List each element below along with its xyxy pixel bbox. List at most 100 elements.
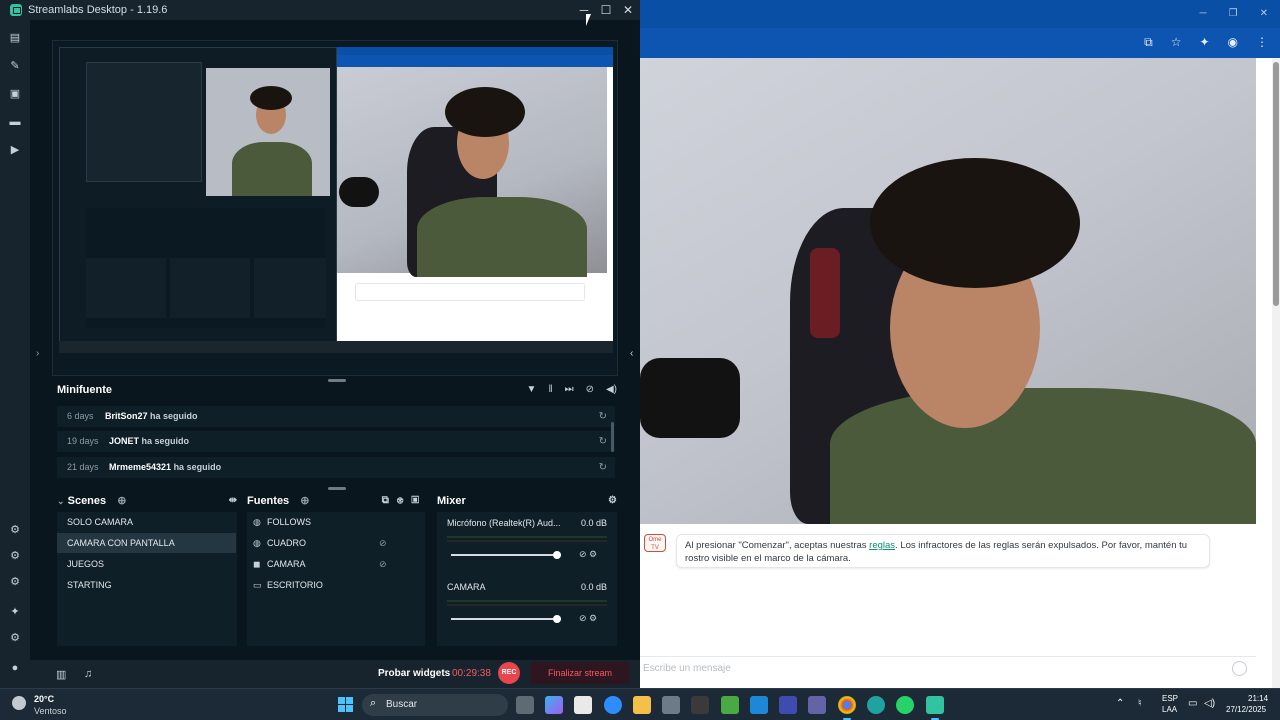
source-tools-icon[interactable]: ⧉⊛▣ bbox=[382, 492, 427, 510]
weather-desc[interactable]: Ventoso bbox=[34, 706, 67, 716]
repeat-alert-icon[interactable]: ↻ bbox=[599, 457, 607, 478]
edge-icon[interactable] bbox=[867, 696, 885, 714]
themes-icon[interactable]: ✎ bbox=[9, 60, 21, 72]
end-stream-button[interactable]: Finalizar stream bbox=[530, 662, 630, 684]
speaker-icon[interactable]: ◁) bbox=[1204, 698, 1215, 709]
volume-slider[interactable] bbox=[451, 615, 561, 623]
repeat-alert-icon[interactable]: ↻ bbox=[599, 431, 607, 452]
filter-icon[interactable]: ▼ bbox=[527, 384, 537, 395]
scene-item[interactable]: JUEGOS bbox=[67, 554, 104, 574]
add-scene-button[interactable]: ⊕ bbox=[117, 495, 126, 507]
vscode-icon[interactable] bbox=[750, 696, 768, 714]
source-item[interactable]: ◍ FOLLOWS bbox=[253, 512, 311, 532]
hidden-eye-icon[interactable]: ⊘ bbox=[379, 533, 387, 553]
photos-icon[interactable] bbox=[662, 696, 680, 714]
task-view-icon[interactable] bbox=[516, 696, 534, 714]
browser-titlebar: ─ ❐ ✕ bbox=[640, 0, 1280, 28]
message-input[interactable]: Escribe un mensaje bbox=[643, 663, 731, 674]
repeat-alert-icon[interactable]: ↻ bbox=[599, 406, 607, 427]
scene-item[interactable]: SOLO CAMARA bbox=[67, 512, 133, 532]
source-item[interactable]: ▭ ESCRITORIO bbox=[253, 575, 323, 595]
taskbar-search[interactable]: ⌕ Buscar bbox=[362, 694, 508, 716]
clock-time[interactable]: 21:14 bbox=[1248, 694, 1268, 703]
camera-icon: ◼ bbox=[253, 559, 261, 569]
profile-avatar-icon[interactable]: ◉ bbox=[1228, 35, 1238, 50]
scene-item-active[interactable]: CAMARA CON PANTALLA bbox=[57, 533, 236, 553]
events-scrollbar[interactable] bbox=[611, 422, 614, 452]
copilot-icon[interactable] bbox=[545, 696, 563, 714]
file-explorer-icon[interactable] bbox=[633, 696, 651, 714]
start-button[interactable] bbox=[338, 697, 353, 712]
notifications-icon[interactable]: ♫ bbox=[84, 668, 92, 680]
browser-minimize-icon[interactable]: ─ bbox=[1200, 8, 1207, 19]
collapse-right-icon[interactable]: ‹ bbox=[630, 348, 633, 359]
store-icon[interactable]: ▣ bbox=[9, 88, 21, 100]
emoji-icon[interactable] bbox=[1232, 661, 1247, 676]
settings-icon[interactable]: ⚙ bbox=[9, 632, 21, 644]
input-layout[interactable]: LAA bbox=[1162, 705, 1177, 714]
side-nav: ▤ ✎ ▣ ▬ ▶ ⚙ ⚙ ⚙ ✦ ⚙ ● bbox=[0, 20, 30, 688]
transition-icon[interactable]: ⇹ bbox=[229, 492, 237, 510]
clock-date[interactable]: 27/12/2025 bbox=[1226, 705, 1266, 714]
play-icon[interactable]: ▶ bbox=[9, 144, 21, 156]
volume-slider-knob[interactable] bbox=[552, 615, 561, 623]
maximize-button[interactable]: ☐ bbox=[600, 3, 612, 17]
mute-icon[interactable]: ⊘ ⚙ bbox=[579, 549, 597, 560]
intellij-icon[interactable] bbox=[779, 696, 797, 714]
mute-icon[interactable]: ⊘ ⚙ bbox=[579, 613, 597, 624]
tray-chevron-icon[interactable]: ⌃ bbox=[1116, 698, 1124, 709]
rules-notice: Al presionar "Comenzar", aceptas nuestra… bbox=[676, 534, 1210, 568]
rec-button[interactable]: REC bbox=[498, 662, 520, 684]
dashboard-icon[interactable]: ⚙ bbox=[9, 524, 21, 536]
skip-icon[interactable]: ⏭ bbox=[565, 384, 574, 395]
collapse-left-icon[interactable]: › bbox=[36, 348, 39, 359]
audio-meter bbox=[447, 604, 607, 606]
chevron-down-icon[interactable]: ⌄ bbox=[57, 496, 65, 506]
ometv-logo-icon: Ome TV bbox=[644, 534, 666, 552]
hidden-eye-icon[interactable]: ⊘ bbox=[379, 554, 387, 574]
source-item[interactable]: ◼ CAMARA bbox=[253, 554, 306, 574]
browser-scroll-thumb[interactable] bbox=[1273, 62, 1279, 306]
excel-icon[interactable] bbox=[721, 696, 739, 714]
profile-icon[interactable]: ● bbox=[9, 662, 21, 674]
cast-icon[interactable]: ⧉ bbox=[1144, 35, 1153, 50]
capcut-icon[interactable] bbox=[691, 696, 709, 714]
rules-link[interactable]: reglas bbox=[869, 540, 895, 551]
close-button[interactable]: ✕ bbox=[622, 3, 634, 17]
audio-meter bbox=[447, 540, 607, 542]
pause-icon[interactable]: ‖ bbox=[548, 384, 552, 395]
volume-slider[interactable] bbox=[451, 551, 561, 559]
highlighter-icon[interactable]: ✦ bbox=[9, 606, 21, 618]
editor-icon[interactable]: ▤ bbox=[9, 32, 21, 44]
input-language[interactable]: ESP bbox=[1162, 694, 1178, 703]
chrome-icon[interactable] bbox=[838, 696, 856, 714]
whatsapp-icon[interactable] bbox=[896, 696, 914, 714]
menu-kebab-icon[interactable]: ⋮ bbox=[1256, 35, 1268, 50]
teams-icon[interactable] bbox=[808, 696, 826, 714]
zoom-icon[interactable] bbox=[604, 696, 622, 714]
mic-icon[interactable]: ♮ bbox=[1138, 698, 1142, 709]
mixer-settings-icon[interactable]: ⚙ bbox=[608, 492, 617, 510]
bookmark-star-icon[interactable]: ☆ bbox=[1171, 35, 1182, 50]
source-item[interactable]: ◍ CUADRO bbox=[253, 533, 306, 553]
scene-item[interactable]: STARTING bbox=[67, 575, 112, 595]
test-widgets-button[interactable]: Probar widgets bbox=[378, 668, 450, 679]
streamlabs-taskbar-icon[interactable] bbox=[926, 696, 944, 714]
weather-temp[interactable]: 20°C bbox=[34, 694, 54, 704]
alerts-icon[interactable]: ⚙ bbox=[9, 550, 21, 562]
network-icon[interactable]: ▭ bbox=[1188, 698, 1197, 709]
extensions-icon[interactable]: ✦ bbox=[1199, 35, 1209, 50]
store-app-icon[interactable] bbox=[574, 696, 592, 714]
volume-slider-knob[interactable] bbox=[552, 551, 561, 559]
volume-icon[interactable]: ◀) bbox=[606, 384, 617, 395]
weather-icon[interactable] bbox=[12, 696, 26, 710]
mixer-title: Mixer bbox=[437, 495, 466, 507]
browser-restore-icon[interactable]: ❐ bbox=[1229, 8, 1238, 19]
resize-handle[interactable] bbox=[328, 487, 346, 490]
mute-alerts-icon[interactable]: ⊘ bbox=[586, 384, 594, 395]
browser-close-icon[interactable]: ✕ bbox=[1260, 8, 1268, 19]
stats-icon[interactable]: ▥ bbox=[56, 668, 66, 681]
layout-icon[interactable]: ▬ bbox=[9, 116, 21, 128]
widgets-icon[interactable]: ⚙ bbox=[9, 576, 21, 588]
add-source-button[interactable]: ⊕ bbox=[300, 495, 309, 507]
